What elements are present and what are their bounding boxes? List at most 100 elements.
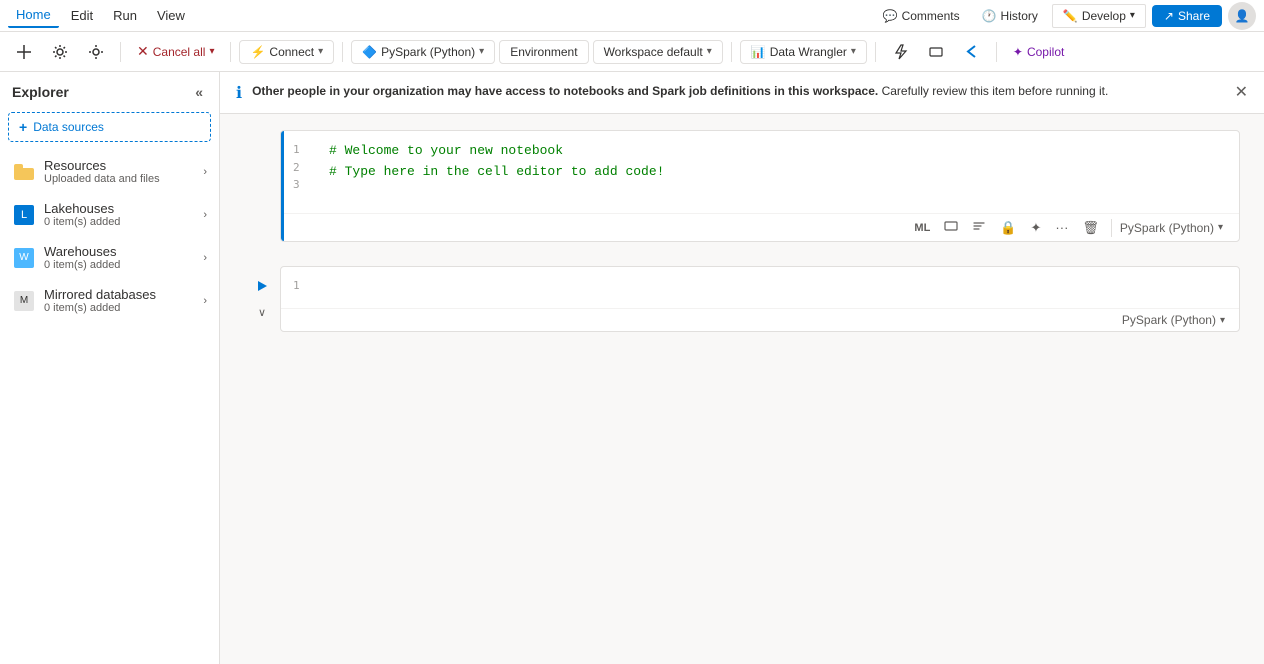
tool1-button[interactable] (884, 40, 916, 64)
warehouses-chevron-icon: › (203, 252, 207, 264)
cell-2-controls: ∨ (244, 266, 280, 322)
environment-button[interactable]: Environment (499, 40, 588, 64)
menu-run[interactable]: Run (105, 4, 145, 27)
pyspark-icon: 🔷 (362, 45, 377, 59)
pyspark-chevron-icon: ▾ (479, 46, 484, 57)
user-avatar[interactable]: 👤 (1228, 2, 1256, 30)
share-button[interactable]: ↗ Share (1152, 5, 1222, 27)
tool2-button[interactable] (920, 40, 952, 64)
top-right-toolbar: 💬 Comments 🕐 History ✏️ Develop ▾ ↗ Shar… (875, 2, 1256, 30)
cell-2-line-1 (329, 277, 1229, 298)
comments-button[interactable]: 💬 Comments (875, 5, 968, 27)
info-banner: ℹ Other people in your organization may … (220, 72, 1264, 114)
menu-edit[interactable]: Edit (63, 4, 101, 27)
settings-2-button[interactable] (80, 40, 112, 64)
add-cell-button[interactable] (8, 40, 40, 64)
gear-icon (52, 44, 68, 60)
cell-1-line-numbers: 1 2 3 (293, 141, 300, 194)
mirrored-chevron-icon: › (203, 295, 207, 307)
resources-chevron-icon: › (203, 166, 207, 178)
cell-2-code[interactable] (329, 277, 1229, 298)
separator-6 (996, 42, 997, 62)
cell-text-button[interactable] (966, 216, 992, 239)
copilot-button[interactable]: ✦ Copilot (1005, 41, 1072, 63)
workspace-button[interactable]: Workspace default ▾ (593, 40, 723, 64)
connect-icon: ⚡ (250, 45, 265, 59)
toolbar: ✕ Cancel all ▾ ⚡ Connect ▾ 🔷 PySpark (Py… (0, 32, 1264, 72)
separator-3 (342, 42, 343, 62)
text-block-icon (972, 219, 986, 233)
settings-button[interactable] (44, 40, 76, 64)
cancel-all-button[interactable]: ✕ Cancel all ▾ (129, 39, 222, 64)
content-area: ℹ Other people in your organization may … (220, 72, 1264, 664)
separator-4 (731, 42, 732, 62)
cell-2-lang-chevron-icon: ▾ (1220, 315, 1225, 326)
cell-2-wrapper: ∨ 1 PySpark (Python) (244, 266, 1240, 344)
copilot-icon: ✦ (1013, 45, 1023, 59)
sidebar-item-warehouses[interactable]: W Warehouses 0 item(s) added › (0, 236, 219, 279)
cell-1-content: 1 2 3 # Welcome to your new notebook # T… (281, 131, 1239, 213)
cell-1-toolbar: ML 🔒 ✦ ··· 🗑 PySpark (Python) (281, 213, 1239, 241)
add-icon (16, 44, 32, 60)
cell-1-lang-selector[interactable]: PySpark (Python) ▾ (1111, 219, 1231, 237)
chevron-down-icon: ▾ (1130, 10, 1135, 21)
sidebar-header: Explorer « (0, 72, 219, 112)
cell-code-button[interactable] (938, 216, 964, 239)
code-line-3 (329, 183, 1229, 204)
cancel-icon: ✕ (137, 43, 149, 60)
pyspark-button[interactable]: 🔷 PySpark (Python) ▾ (351, 40, 495, 64)
lang-chevron-icon: ▾ (1218, 222, 1223, 233)
comment-icon: 💬 (883, 9, 898, 23)
history-button[interactable]: 🕐 History (974, 5, 1046, 27)
develop-button[interactable]: ✏️ Develop ▾ (1052, 4, 1146, 28)
cell-2[interactable]: 1 PySpark (Python) ▾ (280, 266, 1240, 332)
cell-2-collapse-button[interactable]: ∨ (252, 302, 272, 322)
sidebar-collapse-button[interactable]: « (191, 82, 207, 102)
cell-2-line-numbers: 1 (293, 277, 300, 295)
code-line-2: # Type here in the cell editor to add co… (329, 162, 1229, 183)
connect-chevron-icon: ▾ (318, 46, 323, 57)
cell-lock-button[interactable]: 🔒 (994, 217, 1022, 239)
lightning-icon (892, 44, 908, 60)
tool3-button[interactable] (956, 40, 988, 64)
sidebar-item-lakehouses[interactable]: L Lakehouses 0 item(s) added › (0, 193, 219, 236)
lakehouses-chevron-icon: › (203, 209, 207, 221)
warehouse-icon: W (12, 246, 36, 270)
sidebar: Explorer « + Data sources Resources Uplo… (0, 72, 220, 664)
cell-ml-button[interactable]: ML (908, 219, 936, 237)
banner-text: Other people in your organization may ha… (252, 82, 1225, 100)
sidebar-item-mirrored[interactable]: M Mirrored databases 0 item(s) added › (0, 279, 219, 322)
cell-delete-button[interactable]: 🗑 (1076, 217, 1105, 239)
lakehouses-content: Lakehouses 0 item(s) added (44, 201, 203, 228)
cancel-chevron-icon: ▾ (209, 46, 214, 57)
add-datasources-button[interactable]: + Data sources (8, 112, 211, 142)
settings-icon (88, 44, 104, 60)
cell-2-lang-selector[interactable]: PySpark (Python) ▾ (1116, 311, 1231, 329)
share-icon: ↗ (1164, 9, 1174, 23)
menu-bar: Home Edit Run View 💬 Comments 🕐 History … (0, 0, 1264, 32)
menu-home[interactable]: Home (8, 3, 59, 28)
sidebar-item-resources[interactable]: Resources Uploaded data and files › (0, 150, 219, 193)
cell-1-code[interactable]: # Welcome to your new notebook # Type he… (329, 141, 1229, 203)
notebook-area: 1 2 3 # Welcome to your new notebook # T… (220, 114, 1264, 664)
banner-close-button[interactable]: ✕ (1235, 82, 1248, 102)
mirrored-content: Mirrored databases 0 item(s) added (44, 287, 203, 314)
data-wrangler-button[interactable]: 📊 Data Wrangler ▾ (740, 40, 867, 64)
separator-2 (230, 42, 231, 62)
dw-chevron-icon: ▾ (851, 46, 856, 57)
cell-2-run-button[interactable] (250, 274, 274, 298)
cell-2-bottom: PySpark (Python) ▾ (281, 308, 1239, 331)
connect-button[interactable]: ⚡ Connect ▾ (239, 40, 334, 64)
cell-star-button[interactable]: ✦ (1025, 217, 1048, 239)
develop-icon: ✏️ (1063, 9, 1078, 23)
lakehouse-icon: L (12, 203, 36, 227)
cell-1[interactable]: 1 2 3 # Welcome to your new notebook # T… (280, 130, 1240, 242)
separator-1 (120, 42, 121, 62)
folder-icon (12, 160, 36, 184)
menu-view[interactable]: View (149, 4, 193, 27)
cell-more-button[interactable]: ··· (1049, 217, 1074, 238)
info-icon: ℹ (236, 83, 242, 103)
sidebar-title: Explorer (12, 84, 69, 100)
main-layout: Explorer « + Data sources Resources Uplo… (0, 72, 1264, 664)
play-icon (255, 279, 269, 293)
